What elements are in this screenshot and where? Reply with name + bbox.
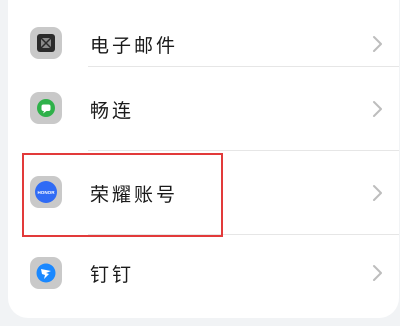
settings-item-label: 钉钉 [90, 264, 135, 286]
chevron-right-icon [373, 265, 382, 281]
settings-item-changlian[interactable]: 畅连 [8, 68, 399, 148]
divider [88, 150, 399, 151]
chevron-right-icon [373, 185, 382, 201]
highlight-box [22, 153, 223, 237]
settings-item-label: 电子邮件 [90, 35, 179, 57]
dingtalk-icon [30, 257, 62, 289]
email-icon [30, 27, 62, 59]
chat-bubble-icon [30, 92, 62, 124]
chevron-right-icon [373, 36, 382, 52]
settings-item-dingtalk[interactable]: 钉钉 [8, 236, 399, 316]
chevron-right-icon [373, 101, 382, 117]
settings-item-label: 畅连 [90, 100, 135, 122]
divider [88, 66, 399, 67]
